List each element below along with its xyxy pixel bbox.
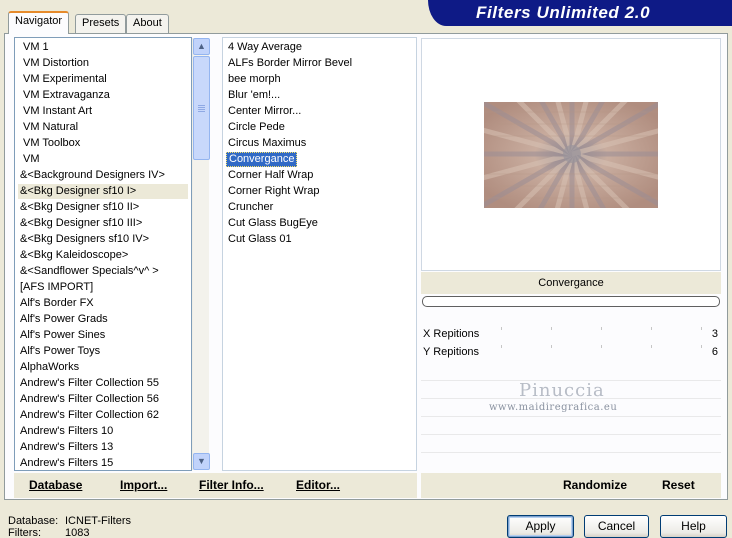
progress-bar <box>422 296 720 307</box>
convergance-preview-graphic <box>484 102 658 208</box>
cancel-button[interactable]: Cancel <box>584 515 649 538</box>
category-item[interactable]: VM Distortion <box>21 56 191 71</box>
category-item[interactable]: VM 1 <box>21 40 191 55</box>
category-item[interactable]: VM Instant Art <box>21 104 191 119</box>
category-item[interactable]: AlphaWorks <box>18 360 188 375</box>
param-label: X Repitions <box>423 328 480 340</box>
param-row-empty <box>421 436 721 453</box>
category-item[interactable]: VM Experimental <box>21 72 191 87</box>
tab-about-label: About <box>133 17 162 29</box>
preview-image <box>484 102 658 208</box>
category-item[interactable]: &<Bkg Kaleidoscope> <box>18 248 188 263</box>
filter-list[interactable]: 4 Way Average ALFs Border Mirror Bevel bee… <box>222 37 417 471</box>
category-scrollbar[interactable]: ▲ ▼ <box>192 38 210 470</box>
param-label: Y Repitions <box>423 346 480 358</box>
filter-item[interactable]: ALFs Border Mirror Bevel <box>226 56 354 71</box>
filter-item[interactable]: Blur 'em!... <box>226 88 282 103</box>
apply-label: Apply <box>525 519 556 533</box>
slider-ticks <box>501 345 702 348</box>
category-item[interactable]: VM <box>21 152 191 167</box>
category-item[interactable]: &<Sandflower Specials^v^ > <box>18 264 188 279</box>
filter-item[interactable]: Corner Half Wrap <box>226 168 315 183</box>
category-item[interactable]: VM Extravaganza <box>21 88 191 103</box>
scroll-down-button[interactable]: ▼ <box>193 453 210 470</box>
category-item[interactable]: &<Bkg Designers sf10 IV> <box>18 232 188 247</box>
category-item[interactable]: Andrew's Filter Collection 56 <box>18 392 188 407</box>
filter-item[interactable]: Circus Maximus <box>226 136 308 151</box>
param-row-empty <box>421 364 721 381</box>
chevron-up-icon: ▲ <box>197 41 206 51</box>
import-button[interactable]: Import... <box>120 478 167 492</box>
cancel-label: Cancel <box>597 519 636 533</box>
category-list[interactable]: VM 1 VM Distortion VM Experimental VM Extra… <box>14 37 192 471</box>
database-status-label: Database: <box>8 515 59 527</box>
grip-line <box>198 109 205 110</box>
watermark-url: www.maidiregrafica.eu <box>489 402 618 413</box>
param-row-empty <box>421 418 721 435</box>
param-value: 3 <box>711 328 718 340</box>
apply-button[interactable]: Apply <box>507 515 574 538</box>
grip-line <box>198 107 205 108</box>
category-item[interactable]: Alf's Power Sines <box>18 328 188 343</box>
tab-about[interactable]: About <box>126 14 169 33</box>
app-title-banner: Filters Unlimited 2.0 <box>428 0 732 26</box>
category-item[interactable]: Andrew's Filters 13 <box>18 440 188 455</box>
tab-presets-label: Presets <box>82 17 120 29</box>
filter-item[interactable]: Cut Glass BugEye <box>226 216 320 231</box>
tab-navigator[interactable]: Navigator <box>8 11 70 34</box>
slider-ticks <box>501 327 702 330</box>
category-item[interactable]: Andrew's Filters 10 <box>18 424 188 439</box>
category-item[interactable]: [AFS IMPORT] <box>18 280 188 295</box>
randomize-button[interactable]: Randomize <box>563 478 627 492</box>
filters-count-label: Filters: <box>8 527 41 538</box>
tab-presets[interactable]: Presets <box>75 14 127 33</box>
app-title: Filters Unlimited 2.0 <box>476 3 651 22</box>
reset-button[interactable]: Reset <box>662 478 695 492</box>
category-item[interactable]: Andrew's Filter Collection 62 <box>18 408 188 423</box>
category-item[interactable]: &<Bkg Designer sf10 I> <box>18 184 188 199</box>
filter-item[interactable]: Convergance <box>226 152 298 167</box>
param-row-empty <box>421 453 721 470</box>
param-row-y[interactable]: Y Repitions 6 <box>421 345 721 362</box>
filter-item[interactable]: Center Mirror... <box>226 104 303 119</box>
category-item[interactable]: Andrew's Filters 15 <box>18 456 188 470</box>
scroll-up-button[interactable]: ▲ <box>193 38 210 55</box>
category-item[interactable]: &<Background Designers IV> <box>18 168 188 183</box>
category-item[interactable]: Andrew's Filter Collection 55 <box>18 376 188 391</box>
category-item[interactable]: Alf's Border FX <box>18 296 188 311</box>
editor-button[interactable]: Editor... <box>296 478 340 492</box>
filter-name-bar: Convergance <box>421 272 721 294</box>
chevron-down-icon: ▼ <box>197 456 206 466</box>
filter-item[interactable]: Cruncher <box>226 200 275 215</box>
filter-item[interactable]: Circle Pede <box>226 120 287 135</box>
help-button[interactable]: Help <box>660 515 727 538</box>
scroll-thumb[interactable] <box>193 56 210 160</box>
param-value: 6 <box>711 346 718 358</box>
grip-line <box>198 111 205 112</box>
category-item[interactable]: &<Bkg Designer sf10 II> <box>18 200 188 215</box>
filter-item[interactable]: bee morph <box>226 72 283 87</box>
param-row-x[interactable]: X Repitions 3 <box>421 327 721 344</box>
category-item[interactable]: VM Natural <box>21 120 191 135</box>
filter-info-button[interactable]: Filter Info... <box>199 478 264 492</box>
filter-item[interactable]: 4 Way Average <box>226 40 304 55</box>
category-item[interactable]: &<Bkg Designer sf10 III> <box>18 216 188 231</box>
filter-item[interactable]: Cut Glass 01 <box>226 232 294 247</box>
filter-item[interactable]: Corner Right Wrap <box>226 184 322 199</box>
filters-count-value: 1083 <box>65 527 90 538</box>
database-button[interactable]: Database <box>29 478 82 492</box>
filter-name: Convergance <box>538 277 604 289</box>
database-status-value: ICNET-Filters <box>65 515 131 527</box>
category-item[interactable]: Alf's Power Toys <box>18 344 188 359</box>
watermark-name: Pinuccia <box>519 380 605 401</box>
help-label: Help <box>681 519 706 533</box>
category-item[interactable]: VM Toolbox <box>21 136 191 151</box>
tab-navigator-label: Navigator <box>15 15 63 27</box>
category-item[interactable]: Alf's Power Grads <box>18 312 188 327</box>
grip-line <box>198 105 205 106</box>
